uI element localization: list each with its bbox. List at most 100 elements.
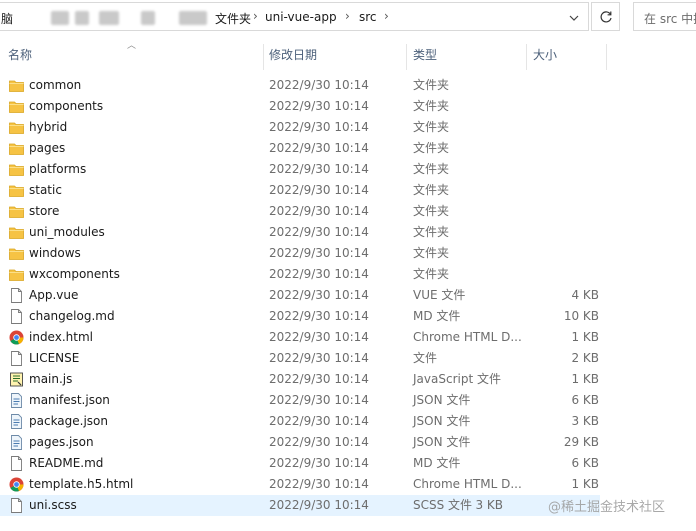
file-row[interactable]: wxcomponents 2022/9/30 10:14 文件夹: [0, 264, 696, 285]
file-row[interactable]: App.vue 2022/9/30 10:14 VUE 文件 4 KB: [0, 285, 696, 306]
column-divider[interactable]: [406, 44, 407, 70]
column-header-row: ︿ 名称 修改日期 类型 大小: [0, 40, 696, 70]
file-modified-date: 2022/9/30 10:14: [269, 246, 369, 260]
file-type: MD 文件: [413, 456, 461, 470]
breadcrumb-separator-icon[interactable]: ›: [253, 9, 258, 23]
file-row[interactable]: index.html 2022/9/30 10:14 Chrome HTML D..…: [0, 327, 696, 348]
address-bar[interactable]: 脑 文件夹 › uni-vue-app › src ›: [0, 2, 589, 31]
file-name: windows: [29, 246, 81, 260]
file-row[interactable]: components 2022/9/30 10:14 文件夹: [0, 96, 696, 117]
file-type: MD 文件: [413, 309, 461, 323]
column-header-size[interactable]: 大小: [533, 40, 557, 70]
address-history-chevron-down-icon[interactable]: [561, 7, 587, 28]
file-size: 6 KB: [571, 456, 599, 470]
file-size: 1 KB: [571, 477, 599, 491]
file-row[interactable]: main.js 2022/9/30 10:14 JavaScript 文件 1 KB: [0, 369, 696, 390]
file-type: 文件夹: [413, 162, 450, 176]
column-divider[interactable]: [263, 44, 264, 70]
breadcrumb-pc[interactable]: 脑: [1, 10, 13, 27]
breadcrumb-separator-icon[interactable]: ›: [384, 9, 389, 23]
refresh-icon: [600, 11, 612, 23]
file-icon: [9, 309, 24, 324]
chrome-icon: [9, 330, 24, 345]
file-modified-date: 2022/9/30 10:14: [269, 351, 369, 365]
column-header-type[interactable]: 类型: [413, 40, 437, 70]
file-type: Chrome HTML D...: [413, 330, 522, 344]
folder-icon: [9, 225, 24, 240]
search-box[interactable]: 在 src 中搜: [633, 2, 696, 31]
file-size: 10 KB: [563, 309, 599, 323]
file-row[interactable]: LICENSE 2022/9/30 10:14 文件 2 KB: [0, 348, 696, 369]
file-name: store: [29, 204, 60, 218]
file-name: template.h5.html: [29, 477, 134, 491]
file-size: 6 KB: [571, 393, 599, 407]
file-name: manifest.json: [29, 393, 110, 407]
file-icon: [9, 288, 24, 303]
file-size: 4 KB: [571, 288, 599, 302]
file-name: wxcomponents: [29, 267, 120, 281]
file-name: App.vue: [29, 288, 79, 302]
column-divider[interactable]: [606, 44, 607, 70]
file-row[interactable]: template.h5.html 2022/9/30 10:14 Chrome HT…: [0, 474, 696, 495]
file-list: common 2022/9/30 10:14 文件夹 components 2022/9…: [0, 75, 696, 516]
folder-icon: [9, 120, 24, 135]
file-name: package.json: [29, 414, 109, 428]
file-row[interactable]: changelog.md 2022/9/30 10:14 MD 文件 10 KB: [0, 306, 696, 327]
breadcrumb-separator-icon[interactable]: ›: [345, 9, 350, 23]
file-row[interactable]: manifest.json 2022/9/30 10:14 JSON 文件 6 KB: [0, 390, 696, 411]
file-modified-date: 2022/9/30 10:14: [269, 498, 369, 512]
breadcrumb-src[interactable]: src: [359, 10, 377, 24]
file-size: 29 KB: [563, 435, 599, 449]
search-placeholder[interactable]: 在 src 中搜: [644, 10, 696, 27]
file-type: JSON 文件: [413, 393, 471, 407]
file-modified-date: 2022/9/30 10:14: [269, 393, 369, 407]
file-modified-date: 2022/9/30 10:14: [269, 120, 369, 134]
file-name: uni.scss: [29, 498, 77, 512]
file-name: LICENSE: [29, 351, 80, 365]
file-name: components: [29, 99, 104, 113]
file-type: JSON 文件: [413, 435, 471, 449]
file-name: hybrid: [29, 120, 68, 134]
breadcrumb-folder[interactable]: 文件夹: [215, 10, 251, 27]
file-row[interactable]: pages 2022/9/30 10:14 文件夹: [0, 138, 696, 159]
blurred-crumb: [51, 11, 69, 25]
folder-icon: [9, 99, 24, 114]
file-type: 文件夹: [413, 246, 450, 260]
file-icon: [9, 351, 24, 366]
file-row[interactable]: README.md 2022/9/30 10:14 MD 文件 6 KB: [0, 453, 696, 474]
file-name: main.js: [29, 372, 73, 386]
file-type: SCSS 文件: [413, 498, 473, 512]
folder-icon: [9, 162, 24, 177]
file-name: index.html: [29, 330, 93, 344]
file-row[interactable]: hybrid 2022/9/30 10:14 文件夹: [0, 117, 696, 138]
refresh-button[interactable]: [591, 2, 620, 31]
folder-icon: [9, 267, 24, 282]
file-row[interactable]: platforms 2022/9/30 10:14 文件夹: [0, 159, 696, 180]
file-type: 文件夹: [413, 78, 450, 92]
column-header-date[interactable]: 修改日期: [269, 40, 317, 70]
file-modified-date: 2022/9/30 10:14: [269, 456, 369, 470]
file-row[interactable]: uni_modules 2022/9/30 10:14 文件夹: [0, 222, 696, 243]
file-row[interactable]: windows 2022/9/30 10:14 文件夹: [0, 243, 696, 264]
folder-icon: [9, 141, 24, 156]
file-size: 1 KB: [571, 330, 599, 344]
file-row[interactable]: pages.json 2022/9/30 10:14 JSON 文件 29 KB: [0, 432, 696, 453]
file-row[interactable]: common 2022/9/30 10:14 文件夹: [0, 75, 696, 96]
column-divider[interactable]: [526, 44, 527, 70]
file-row[interactable]: package.json 2022/9/30 10:14 JSON 文件 3 KB: [0, 411, 696, 432]
file-row[interactable]: static 2022/9/30 10:14 文件夹: [0, 180, 696, 201]
watermark: @稀土掘金技术社区: [548, 500, 666, 515]
breadcrumb-uni-vue-app[interactable]: uni-vue-app: [265, 10, 337, 24]
file-row[interactable]: store 2022/9/30 10:14 文件夹: [0, 201, 696, 222]
file-type: JSON 文件: [413, 414, 471, 428]
column-header-name[interactable]: 名称: [8, 40, 32, 70]
blurred-crumb: [141, 11, 155, 25]
file-modified-date: 2022/9/30 10:14: [269, 99, 369, 113]
folder-icon: [9, 246, 24, 261]
file-type: 文件夹: [413, 99, 450, 113]
file-row[interactable]: uni.scss 2022/9/30 10:14 SCSS 文件 3 KB: [0, 495, 600, 516]
script-icon: [9, 372, 24, 387]
file-name: pages.json: [29, 435, 94, 449]
file-size: 3 KB: [475, 498, 503, 512]
file-type: 文件夹: [413, 183, 450, 197]
